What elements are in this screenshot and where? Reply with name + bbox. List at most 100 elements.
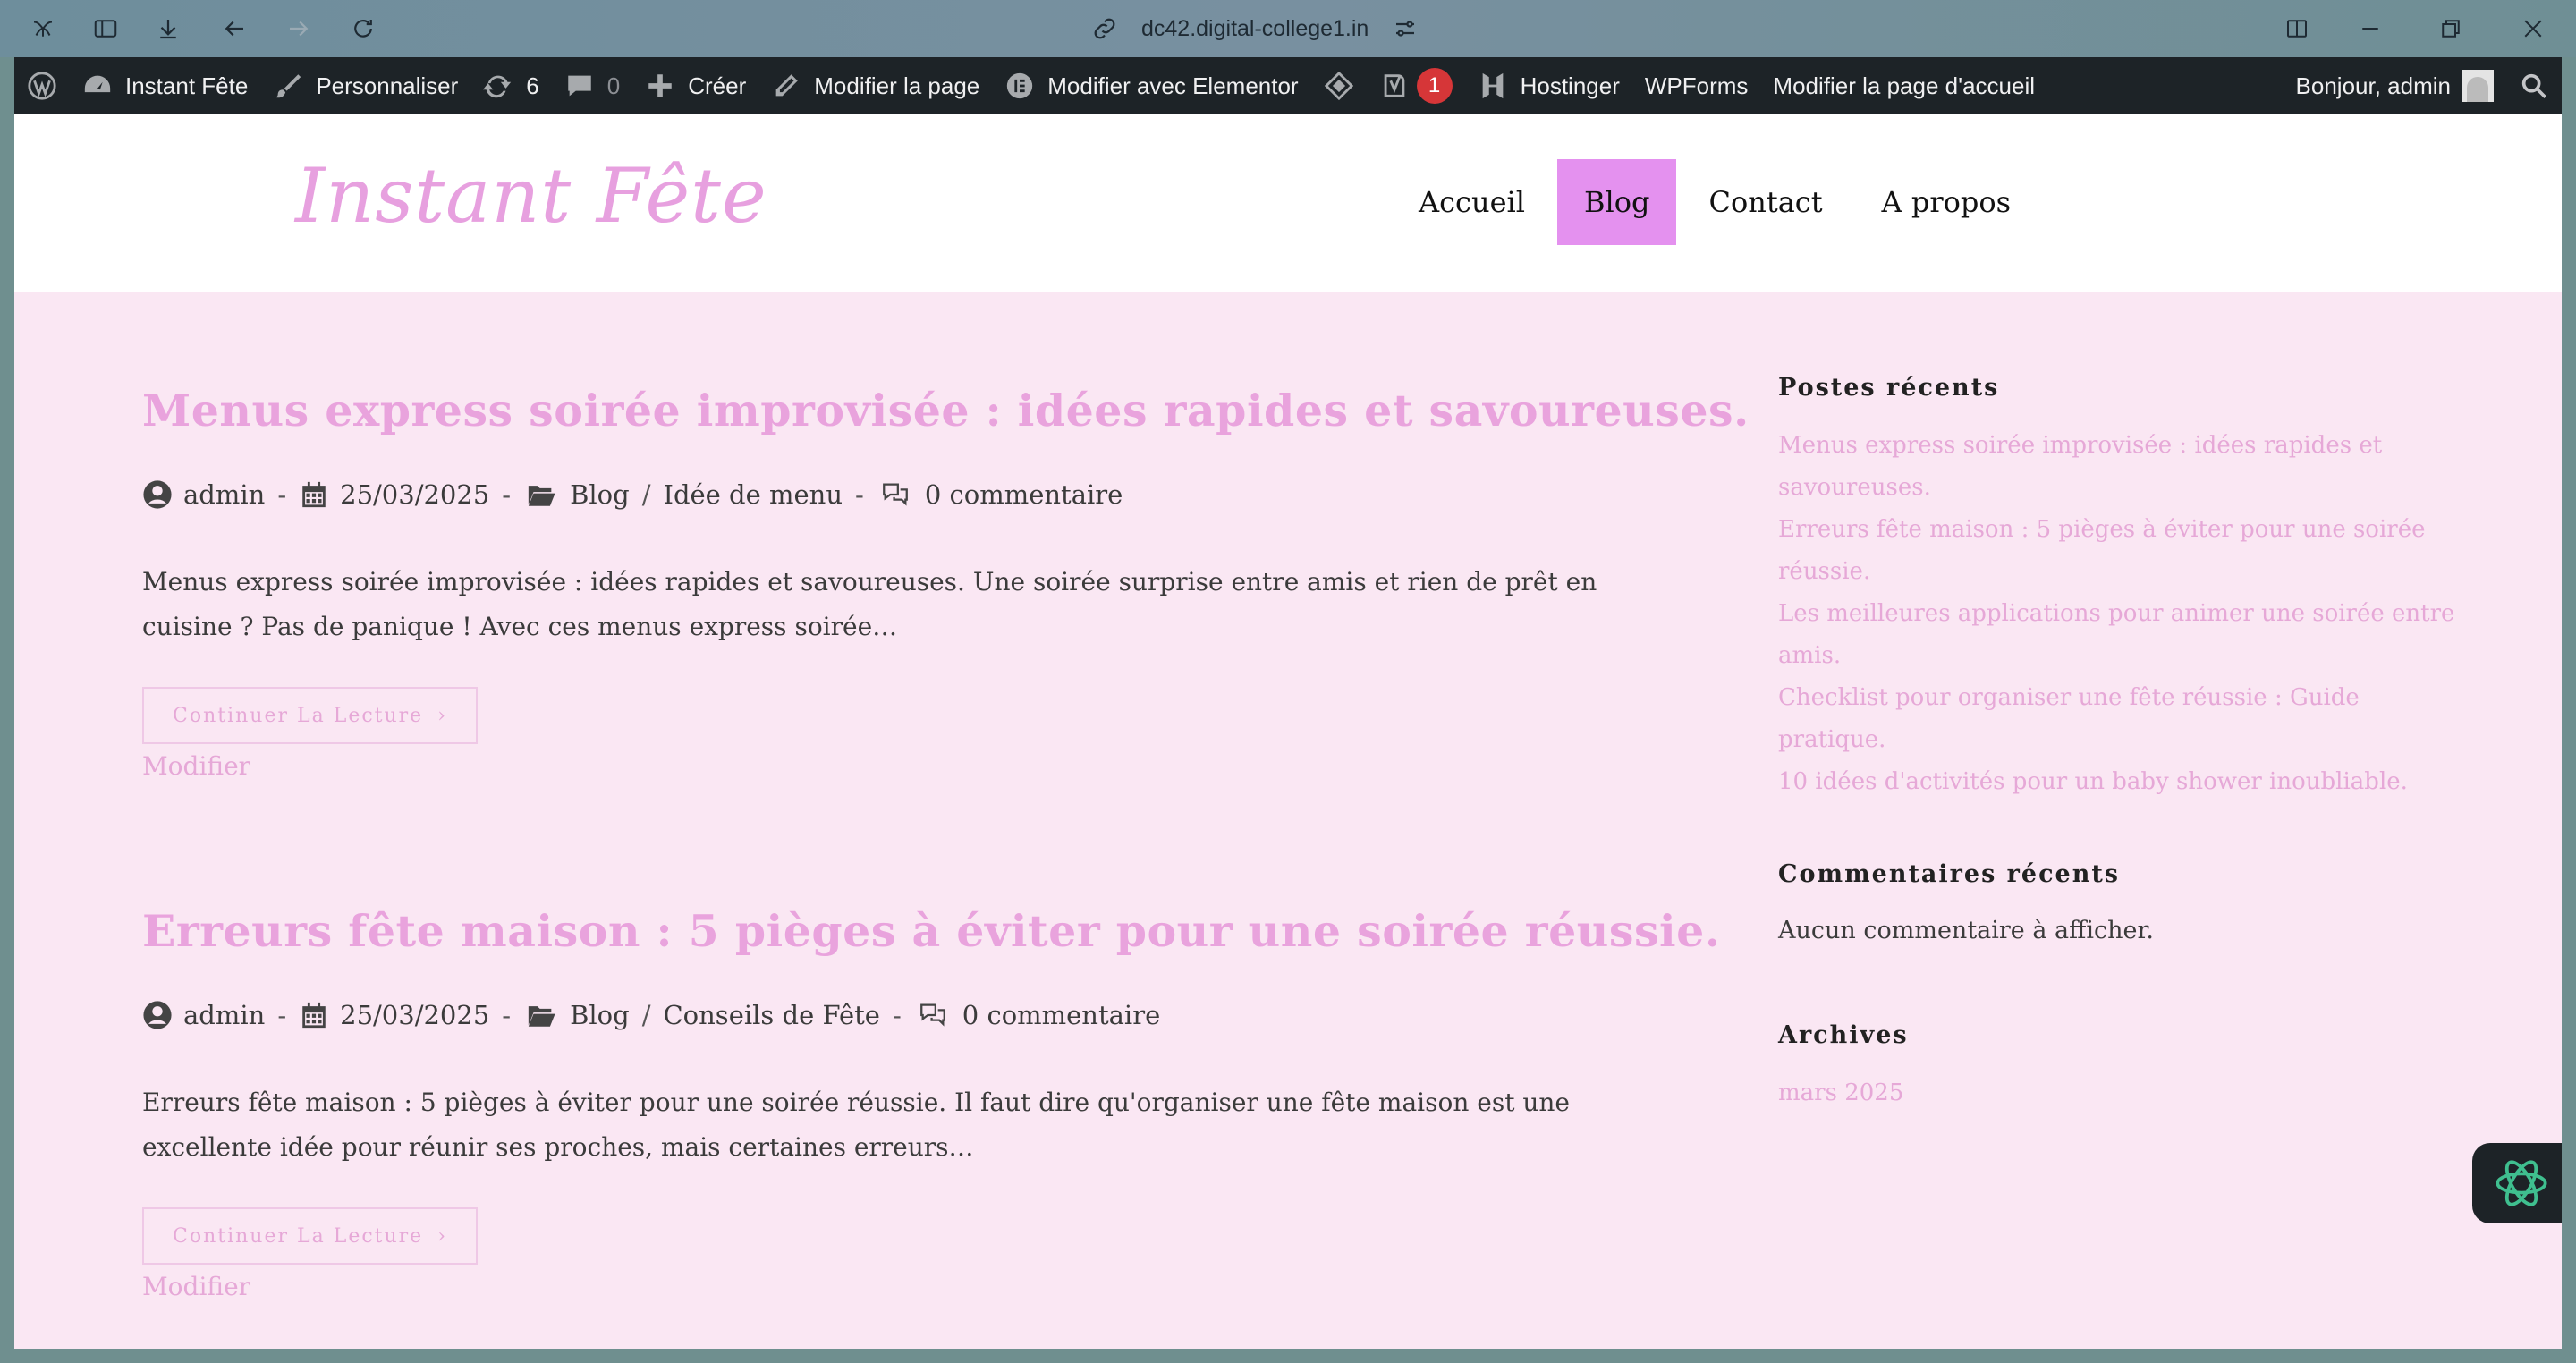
back-icon[interactable] (218, 13, 250, 45)
recent-comments-empty: Aucun commentaire à afficher. (1778, 917, 2154, 944)
reload-icon[interactable] (347, 13, 379, 45)
greeting-label: Bonjour, admin (2295, 72, 2451, 99)
read-more-label: Continuer La Lecture (173, 1224, 424, 1248)
comments-icon (919, 1003, 945, 1027)
admin-bar-customize[interactable]: Personnaliser (260, 57, 470, 114)
meta-separator: - (502, 1000, 512, 1030)
yoast-notification-badge: 1 (1416, 68, 1453, 104)
admin-bar-elementor[interactable]: Modifier avec Elementor (992, 57, 1310, 114)
comments-count: 0 (606, 72, 621, 99)
admin-bar-wpforms[interactable]: WPForms (1632, 57, 1761, 114)
site-title[interactable]: Instant Fête (295, 152, 767, 240)
pencil-icon (775, 74, 798, 97)
wordpress-icon (28, 72, 56, 100)
post-title[interactable]: Menus express soirée improvisée : idées … (142, 385, 1749, 436)
admin-bar-diamond[interactable] (1311, 57, 1367, 114)
customize-label: Personnaliser (316, 72, 459, 99)
meta-separator: - (502, 479, 512, 510)
post-comments[interactable]: 0 commentaire (925, 479, 1123, 510)
meta-separator: - (277, 479, 287, 510)
site-name-label: Instant Fête (125, 72, 249, 99)
admin-bar-hostinger[interactable]: Hostinger (1465, 57, 1632, 114)
post-comments[interactable]: 0 commentaire (962, 1000, 1160, 1030)
read-more-button[interactable]: Continuer La Lecture › (142, 1207, 479, 1265)
recent-posts-title: Postes récents (1778, 374, 2000, 402)
category-separator: / (641, 479, 651, 510)
address-bar[interactable]: dc42.digital-college1.in (1091, 11, 1419, 47)
post-meta: admin - 25/03/2025 - Blog / Conseils de … (142, 1000, 1663, 1030)
chevron-right-icon: › (437, 1224, 448, 1248)
admin-bar-yoast[interactable]: 1 (1367, 57, 1465, 114)
recent-post-link[interactable]: savoureuses. (1778, 467, 2458, 509)
forward-icon[interactable] (283, 13, 315, 45)
admin-bar-edit-page[interactable]: Modifier la page (758, 57, 992, 114)
user-icon (143, 1001, 172, 1029)
nav-item-blog[interactable]: Blog (1556, 159, 1677, 245)
read-more-label: Continuer La Lecture (173, 704, 424, 727)
post-author[interactable]: admin (183, 1000, 265, 1030)
nav-item-accueil[interactable]: Accueil (1392, 159, 1552, 245)
download-icon[interactable] (152, 13, 184, 45)
updates-icon (483, 75, 512, 98)
recent-post-link[interactable]: 10 idées d'activités pour un baby shower… (1778, 761, 2458, 803)
diamond-icon (1324, 71, 1353, 101)
atom-icon (2496, 1160, 2547, 1206)
browser-logo-icon[interactable] (27, 13, 59, 45)
admin-bar-new[interactable]: Créer (632, 57, 758, 114)
site-header: Instant Fête Accueil Blog Contact A prop… (14, 114, 2562, 292)
edit-post-link[interactable]: Modifier (142, 1272, 1663, 1301)
post-category[interactable]: Blog (570, 1000, 630, 1030)
search-icon (2521, 73, 2547, 99)
wp-admin-bar: Instant Fête Personnaliser 6 0 Créer Mod… (14, 57, 2562, 114)
post-author[interactable]: admin (183, 479, 265, 510)
post-date: 25/03/2025 (340, 1000, 490, 1030)
page: Instant Fête Accueil Blog Contact A prop… (14, 114, 2562, 1349)
nav-item-a-propos[interactable]: A propos (1855, 159, 2038, 245)
post-category[interactable]: Idée de menu (663, 479, 843, 510)
meta-separator: - (277, 1000, 287, 1030)
recent-post-link[interactable]: Checklist pour organiser une fête réussi… (1778, 677, 2458, 761)
chevron-right-icon: › (437, 704, 448, 727)
admin-bar-site-name[interactable]: Instant Fête (70, 57, 260, 114)
edit-home-label: Modifier la page d'accueil (1773, 72, 2035, 99)
calendar-icon (302, 481, 326, 508)
brush-icon (275, 74, 301, 98)
hostinger-icon (1482, 72, 1503, 99)
admin-bar-account[interactable]: Bonjour, admin (2284, 57, 2506, 114)
archive-link[interactable]: mars 2025 (1778, 1079, 2458, 1106)
split-view-icon[interactable] (2281, 13, 2313, 45)
post-title[interactable]: Erreurs fête maison : 5 pièges à éviter … (142, 905, 1720, 957)
edit-post-link[interactable]: Modifier (142, 751, 1663, 781)
user-icon (143, 480, 172, 509)
updates-count: 6 (526, 72, 539, 99)
folder-open-icon (528, 486, 555, 506)
read-more-button[interactable]: Continuer La Lecture › (142, 687, 479, 744)
admin-bar-edit-home[interactable]: Modifier la page d'accueil (1760, 57, 2047, 114)
recent-post-link[interactable]: Menus express soirée improvisée : idées … (1778, 425, 2458, 467)
admin-bar-comments[interactable]: 0 (552, 57, 632, 114)
post-category[interactable]: Blog (570, 479, 630, 510)
sidebar-toggle-icon[interactable] (89, 13, 122, 45)
ai-assistant-button[interactable] (2472, 1143, 2562, 1223)
sidebar: Postes récents Menus express soirée impr… (1778, 374, 2458, 1106)
site-settings-icon[interactable] (1392, 15, 1419, 42)
admin-bar-search[interactable] (2506, 57, 2562, 114)
wordpress-logo-menu[interactable] (14, 57, 70, 114)
minimize-icon[interactable] (2354, 13, 2386, 45)
admin-bar-updates[interactable]: 6 (470, 57, 551, 114)
elementor-label: Modifier avec Elementor (1047, 72, 1299, 99)
recent-post-link[interactable]: amis. (1778, 635, 2458, 677)
post-category[interactable]: Conseils de Fête (663, 1000, 879, 1030)
close-icon[interactable] (2517, 13, 2549, 45)
elementor-icon (1007, 72, 1033, 99)
recent-post-link[interactable]: Erreurs fête maison : 5 pièges à éviter … (1778, 509, 2458, 593)
nav-item-contact[interactable]: Contact (1682, 159, 1849, 245)
dashboard-icon (84, 75, 111, 93)
hostinger-label: Hostinger (1520, 72, 1620, 99)
post-excerpt: Menus express soirée improvisée : idées … (142, 567, 1597, 641)
recent-post-link[interactable]: Les meilleures applications pour animer … (1778, 593, 2458, 635)
restore-icon[interactable] (2435, 13, 2467, 45)
plus-icon (648, 74, 672, 97)
meta-separator: - (855, 479, 864, 510)
edit-page-label: Modifier la page (814, 72, 980, 99)
